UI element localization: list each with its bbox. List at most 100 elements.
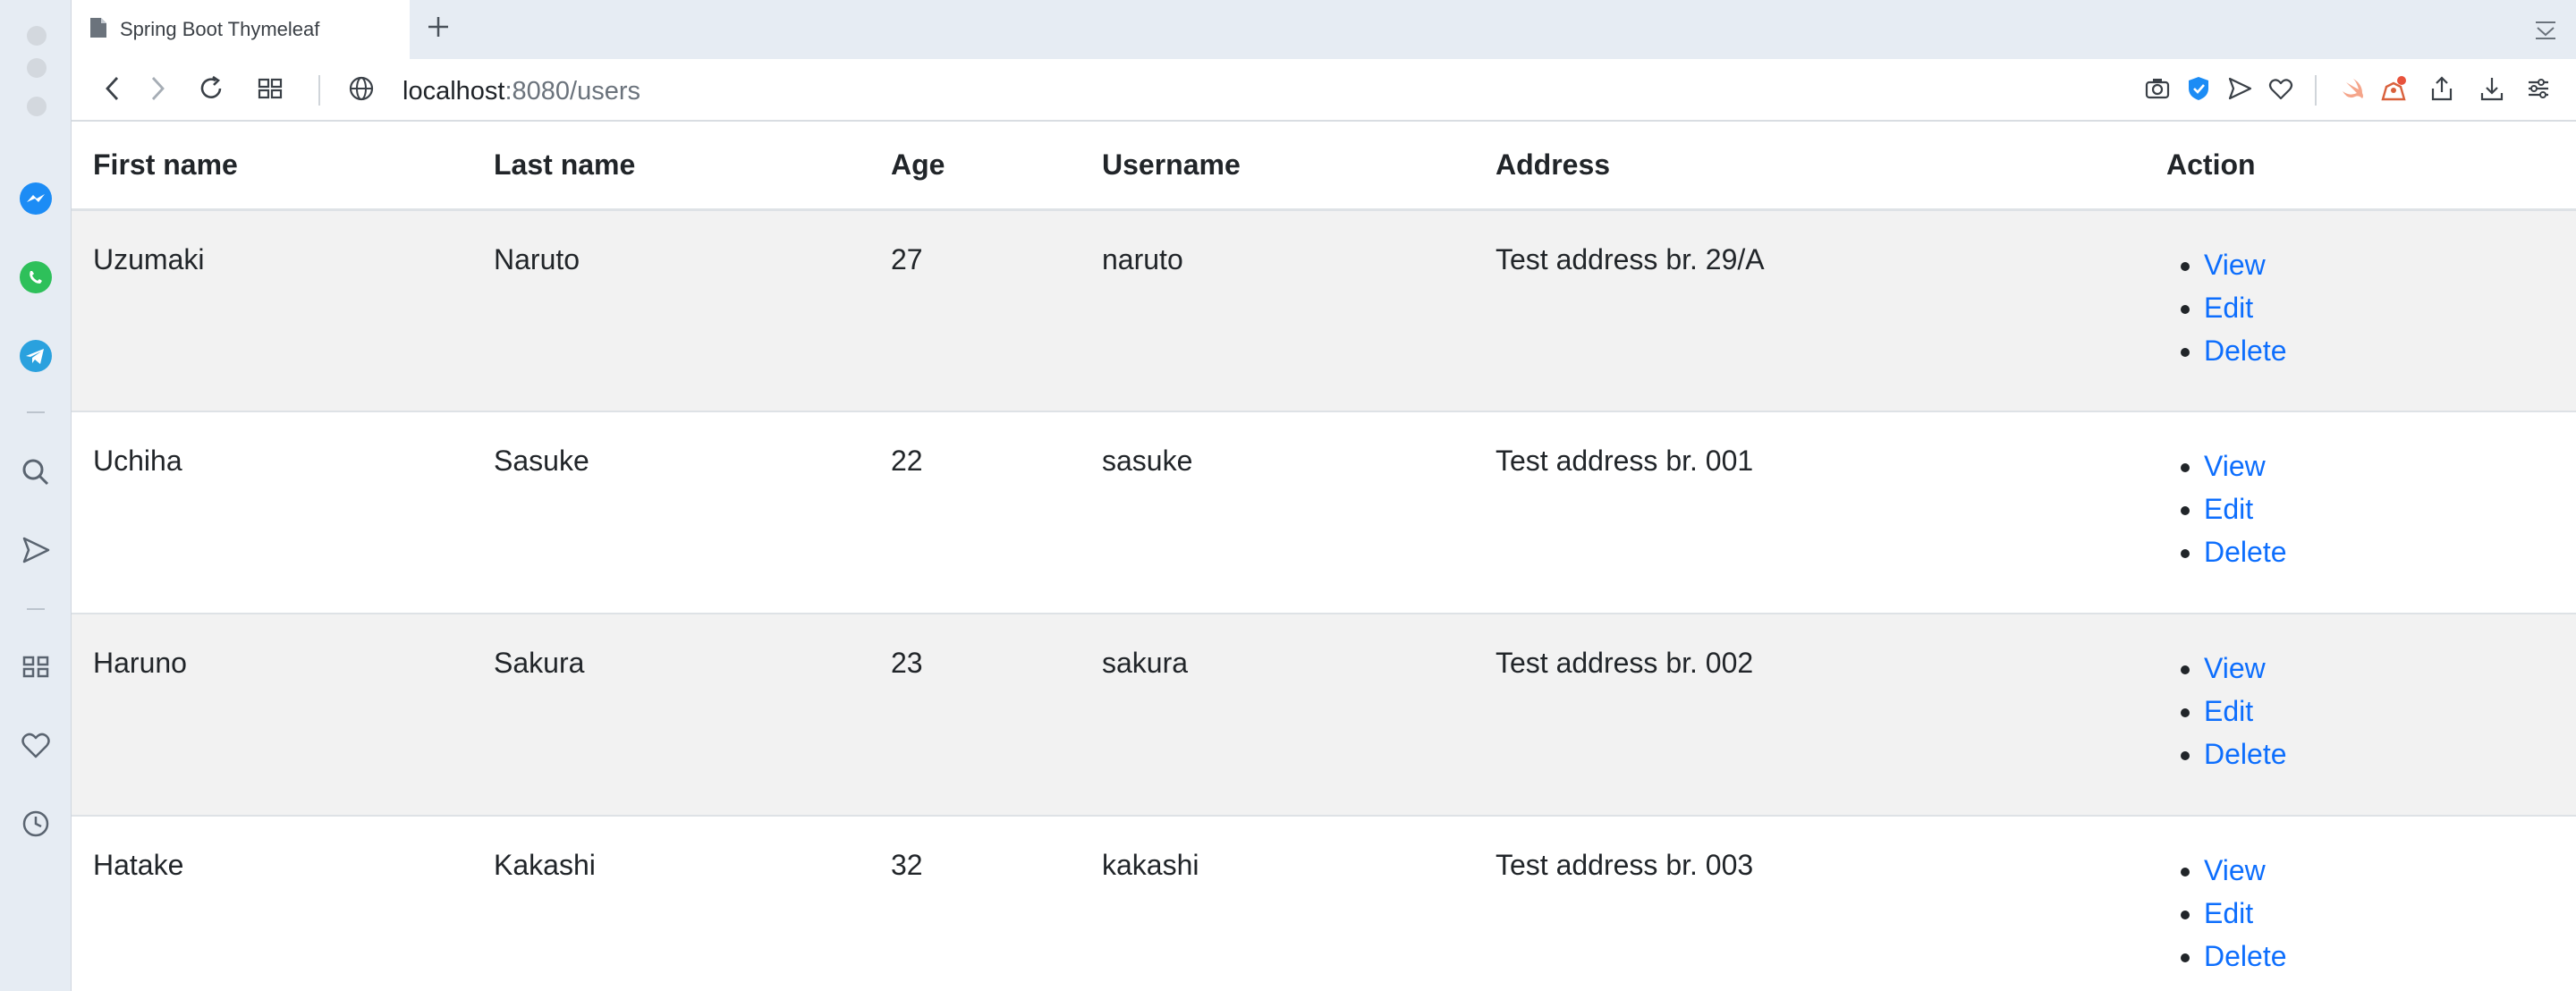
heart-icon <box>2267 75 2294 106</box>
cell-actions: View Edit Delete <box>2145 411 2576 614</box>
cell-address: Test address br. 003 <box>1474 815 2145 991</box>
cell-actions: View Edit Delete <box>2145 815 2576 991</box>
url-path: :8080/users <box>504 77 641 106</box>
messenger-icon[interactable] <box>18 181 54 216</box>
cell-age: 27 <box>869 208 1080 411</box>
cell-last-name: Sasuke <box>472 411 869 614</box>
document-icon <box>89 17 107 43</box>
action-item: View <box>2204 243 2555 286</box>
tab-overview-button[interactable] <box>252 72 288 108</box>
cell-first-name: Uchiha <box>72 411 472 614</box>
grid-icon <box>257 75 284 106</box>
delete-link[interactable]: Delete <box>2204 940 2287 972</box>
cell-age: 22 <box>869 411 1080 614</box>
header-username: Username <box>1080 122 1474 211</box>
table-row: Hatake Kakashi 32 kakashi Test address b… <box>72 815 2576 991</box>
vpn-shield-button[interactable] <box>2181 72 2216 108</box>
send-icon <box>2226 75 2253 106</box>
cell-username: sasuke <box>1080 411 1474 614</box>
view-link[interactable]: View <box>2204 652 2266 684</box>
address-bar: localhost:8080/users <box>72 59 2576 122</box>
table-row: Haruno Sakura 23 sakura Test address br.… <box>72 613 2576 816</box>
edit-link[interactable]: Edit <box>2204 493 2253 525</box>
view-link[interactable]: View <box>2204 249 2266 281</box>
window-zoom-button[interactable] <box>27 97 47 116</box>
cell-first-name: Uzumaki <box>72 208 472 411</box>
shield-check-icon <box>2185 75 2212 106</box>
edit-link[interactable]: Edit <box>2204 292 2253 324</box>
cell-address: Test address br. 001 <box>1474 411 2145 614</box>
action-item: View <box>2204 445 2555 487</box>
sidebar-divider <box>27 608 45 610</box>
chevron-left-icon <box>102 75 123 106</box>
delete-link[interactable]: Delete <box>2204 738 2287 770</box>
edit-link[interactable]: Edit <box>2204 897 2253 929</box>
header-address: Address <box>1474 122 2145 211</box>
cell-first-name: Hatake <box>72 815 472 991</box>
search-icon[interactable] <box>18 454 54 490</box>
chevron-right-icon <box>147 75 168 106</box>
action-item: View <box>2204 849 2555 892</box>
action-list: View Edit Delete <box>2166 243 2555 372</box>
action-list: View Edit Delete <box>2166 849 2555 978</box>
tab-bar: Spring Boot Thymeleaf <box>72 0 2576 59</box>
share-icon <box>2428 75 2455 106</box>
forward-button[interactable] <box>140 72 175 108</box>
action-item: Delete <box>2204 935 2555 978</box>
view-link[interactable]: View <box>2204 450 2266 482</box>
active-tab[interactable]: Spring Boot Thymeleaf <box>72 0 410 59</box>
send-icon[interactable] <box>18 532 54 568</box>
cell-age: 32 <box>869 815 1080 991</box>
settings-button[interactable] <box>2521 72 2556 108</box>
tab-list-button[interactable] <box>2528 13 2563 48</box>
toolbar-divider <box>2315 75 2317 106</box>
url-field[interactable]: localhost:8080/users <box>402 75 640 107</box>
action-item: Delete <box>2204 329 2555 372</box>
sidebar-divider <box>27 411 45 413</box>
cell-age: 23 <box>869 613 1080 816</box>
action-item: Edit <box>2204 690 2555 733</box>
telegram-icon[interactable] <box>18 338 54 374</box>
globe-icon <box>347 74 376 107</box>
view-link[interactable]: View <box>2204 854 2266 886</box>
swift-icon <box>2339 75 2366 106</box>
camera-icon <box>2144 75 2171 106</box>
send-page-button[interactable] <box>2222 72 2258 108</box>
screenshot-button[interactable] <box>2140 72 2175 108</box>
history-icon[interactable] <box>18 806 54 842</box>
edit-link[interactable]: Edit <box>2204 695 2253 727</box>
action-item: View <box>2204 647 2555 690</box>
favorite-button[interactable] <box>2263 72 2299 108</box>
cell-actions: View Edit Delete <box>2145 613 2576 816</box>
delete-link[interactable]: Delete <box>2204 335 2287 367</box>
cell-username: naruto <box>1080 208 1474 411</box>
heart-icon[interactable] <box>18 727 54 763</box>
header-action: Action <box>2145 122 2576 211</box>
action-item: Delete <box>2204 530 2555 573</box>
plus-icon <box>427 15 450 43</box>
header-first-name: First name <box>72 122 472 211</box>
downloads-button[interactable] <box>2474 72 2510 108</box>
extension-button[interactable] <box>2376 72 2411 108</box>
cell-last-name: Naruto <box>472 208 869 411</box>
page-content: First name Last name Age Username Addres… <box>72 122 2576 991</box>
grid-icon[interactable] <box>18 648 54 684</box>
share-button[interactable] <box>2424 72 2460 108</box>
table-header-row: First name Last name Age Username Addres… <box>72 122 2576 211</box>
reload-button[interactable] <box>193 72 229 108</box>
window-close-button[interactable] <box>27 26 47 46</box>
site-info-button[interactable] <box>343 72 379 108</box>
whatsapp-icon[interactable] <box>18 259 54 295</box>
cell-address: Test address br. 002 <box>1474 613 2145 816</box>
tab-title: Spring Boot Thymeleaf <box>120 18 320 40</box>
window-minimize-button[interactable] <box>27 58 47 78</box>
users-table: First name Last name Age Username Addres… <box>72 122 2576 991</box>
swift-extension-button[interactable] <box>2334 72 2370 108</box>
action-list: View Edit Delete <box>2166 647 2555 775</box>
download-icon <box>2479 75 2505 106</box>
action-item: Edit <box>2204 892 2555 935</box>
new-tab-button[interactable] <box>420 11 456 47</box>
back-button[interactable] <box>95 72 131 108</box>
delete-link[interactable]: Delete <box>2204 536 2287 568</box>
browser-sidebar <box>0 0 72 991</box>
